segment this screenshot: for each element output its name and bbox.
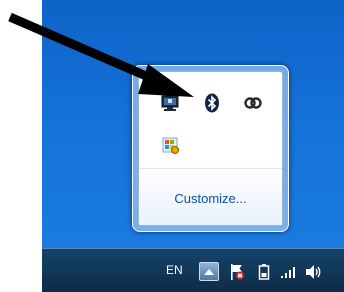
notification-overflow-popup: Customize...	[132, 65, 289, 232]
windows-update-icon[interactable]	[159, 134, 181, 156]
bluetooth-icon[interactable]	[201, 92, 223, 114]
network-icon[interactable]	[159, 92, 181, 114]
signal-icon[interactable]	[280, 263, 298, 281]
link-icon[interactable]	[242, 92, 264, 114]
customize-area: Customize...	[139, 169, 282, 225]
customize-link[interactable]: Customize...	[139, 191, 282, 206]
battery-icon[interactable]	[255, 263, 273, 281]
taskbar: EN	[42, 248, 344, 292]
action-center-icon[interactable]	[228, 263, 246, 281]
show-hidden-icons-button[interactable]	[199, 262, 219, 281]
volume-icon[interactable]	[305, 263, 323, 281]
language-indicator[interactable]: EN	[166, 263, 183, 277]
popup-content: Customize...	[138, 71, 283, 226]
